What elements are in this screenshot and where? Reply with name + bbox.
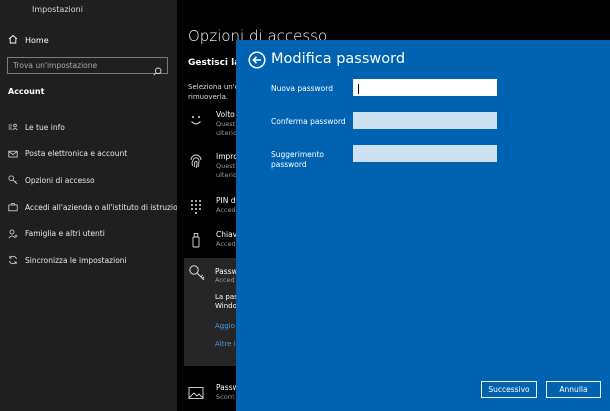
option-title: Passw <box>215 267 237 276</box>
password-hint-label: Suggerimento password <box>271 150 324 170</box>
option-title: Passw <box>216 383 237 392</box>
new-password-field[interactable] <box>353 79 497 96</box>
password-option-panel[interactable]: Passw Acced La pas Windo Aggio Altre in <box>184 258 237 366</box>
mail-icon <box>8 149 18 159</box>
sidebar-item-email-accounts[interactable]: Posta elettronica e account <box>0 141 177 168</box>
sidebar-item-your-info[interactable]: Le tue info <box>0 114 177 141</box>
option-subtitle-cont: ulterio <box>216 171 237 179</box>
sidebar-section-title: Account <box>8 87 45 96</box>
sidebar-item-label: Posta elettronica e account <box>25 149 128 159</box>
sidebar-item-label: Famiglia e altri utenti <box>25 229 105 239</box>
briefcase-icon <box>8 202 18 212</box>
key-icon <box>8 175 18 185</box>
option-subtitle: Scorri <box>216 393 235 401</box>
home-icon <box>8 34 18 46</box>
person-add-icon <box>8 229 18 239</box>
home-nav-item[interactable]: Home <box>8 34 49 46</box>
sidebar-item-sync-settings[interactable]: Sincronizza le impostazioni <box>0 247 177 274</box>
sidebar-item-sign-in-options[interactable]: Opzioni di accesso <box>0 167 177 194</box>
sidebar-nav: Le tue info Posta elettronica e account … <box>0 114 187 274</box>
sidebar-item-family-users[interactable]: Famiglia e altri utenti <box>0 220 177 247</box>
more-info-link[interactable]: Altre in <box>215 340 237 348</box>
panel-text-cont: Windo <box>215 302 237 310</box>
search-box[interactable] <box>7 57 168 76</box>
option-subtitle: Quest <box>216 120 236 128</box>
sidebar-item-label: Opzioni di accesso <box>25 175 95 185</box>
home-label: Home <box>25 35 49 45</box>
user-info-icon <box>8 122 18 132</box>
pin-keypad-icon <box>188 198 204 214</box>
password-hint-label-line2: password <box>271 160 307 169</box>
section-description-cont: rimuoverla. <box>188 93 229 101</box>
section-subhead: Gestisci la <box>188 58 237 68</box>
update-link[interactable]: Aggio <box>215 322 235 330</box>
face-icon <box>188 112 204 128</box>
content-visible-strip: Gestisci la Seleziona un'o rimuoverla. V… <box>177 0 237 411</box>
confirm-password-label: Conferma password <box>271 117 346 126</box>
sidebar-item-work-school[interactable]: Accedi all'azienda o all'istituto di ist… <box>0 194 187 221</box>
new-password-label: Nuova password <box>271 84 333 93</box>
sidebar-item-label: Accedi all'azienda o all'istituto di ist… <box>25 202 188 212</box>
option-title: Impro <box>216 152 237 161</box>
sidebar-item-label: Le tue info <box>25 122 65 132</box>
option-subtitle: Acced <box>216 240 236 248</box>
change-password-dialog: Modifica password Nuova password Conferm… <box>236 40 610 411</box>
window-title: Impostazioni <box>32 5 83 14</box>
next-button[interactable]: Successivo <box>481 381 537 398</box>
password-hint-field[interactable] <box>353 145 497 162</box>
option-subtitle: Acced <box>216 206 236 214</box>
sidebar-item-label: Sincronizza le impostazioni <box>25 255 127 265</box>
section-description: Seleziona un'o <box>188 83 237 91</box>
key-icon <box>188 264 206 282</box>
option-title: Chiav <box>216 230 237 239</box>
usb-key-icon <box>188 232 204 248</box>
password-hint-label-line1: Suggerimento <box>271 150 325 159</box>
back-arrow-icon[interactable] <box>248 51 266 69</box>
sync-icon <box>8 255 18 265</box>
option-subtitle-cont: ulterio <box>216 129 237 137</box>
option-title: PIN d <box>216 196 236 205</box>
cancel-button[interactable]: Annulla <box>546 381 601 398</box>
confirm-password-field[interactable] <box>353 112 497 129</box>
dialog-title: Modifica password <box>271 51 406 67</box>
text-caret <box>358 84 359 94</box>
search-input[interactable] <box>13 61 153 70</box>
picture-icon <box>188 385 204 401</box>
search-icon[interactable] <box>153 61 162 76</box>
settings-sidebar: Impostazioni Home Account Le tue info Po… <box>0 0 187 411</box>
option-subtitle: Quest <box>216 162 236 170</box>
panel-text: La pas <box>215 293 237 301</box>
fingerprint-icon <box>188 154 204 170</box>
option-title: Volto d <box>216 110 237 119</box>
option-subtitle: Acced <box>215 276 235 284</box>
